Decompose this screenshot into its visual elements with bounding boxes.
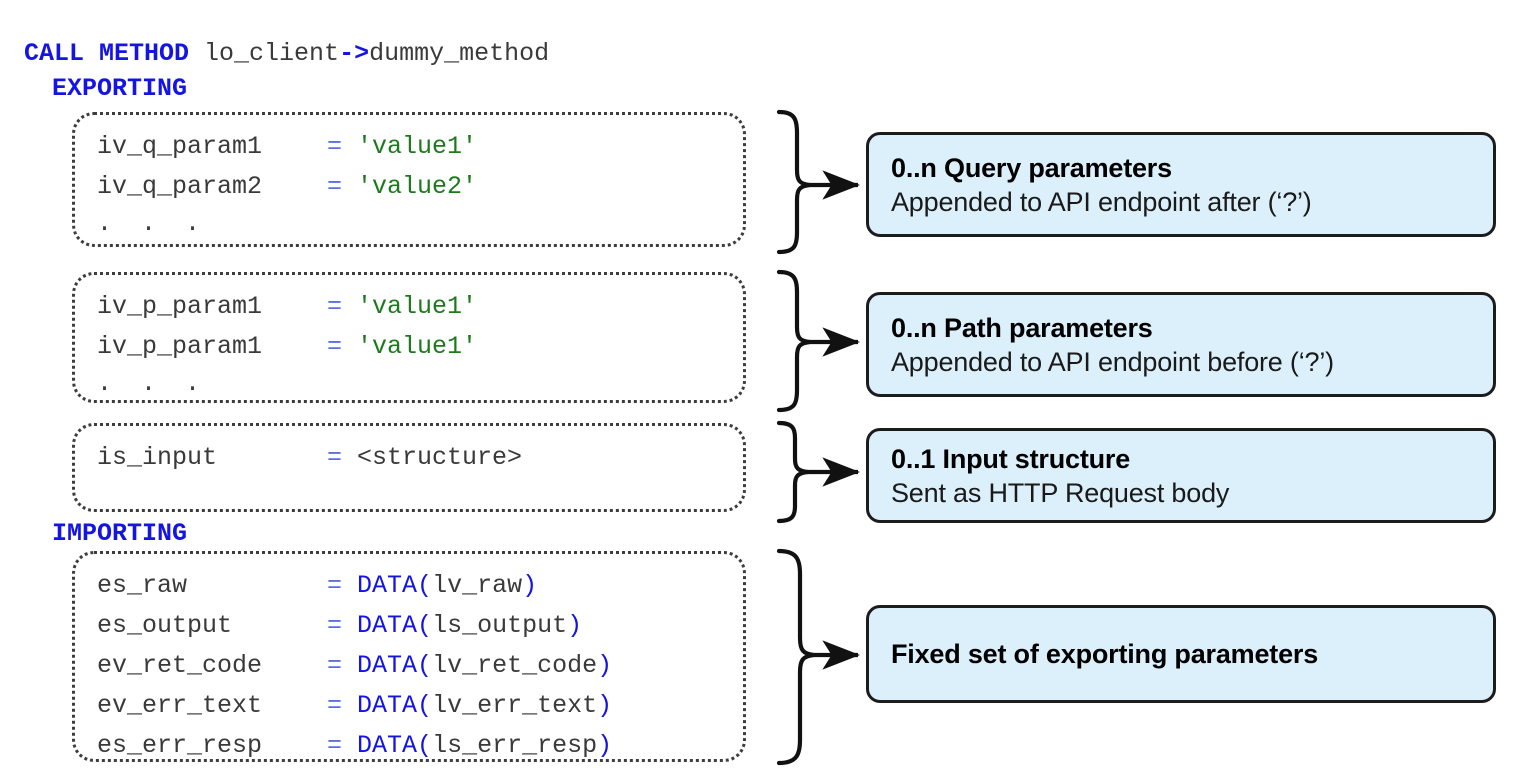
- callout-subtitle: Appended to API endpoint before (‘?’): [891, 345, 1471, 379]
- exporting-keyword: EXPORTING: [52, 75, 187, 103]
- ellipsis-row: . . .: [97, 207, 725, 241]
- param-name: iv_q_param1: [97, 127, 327, 167]
- callout-subtitle: Appended to API endpoint after (‘?’): [891, 185, 1471, 219]
- callout-title: 0..n Path parameters: [891, 311, 1471, 345]
- code-row: ev_ret_code= DATA(lv_ret_code): [97, 646, 725, 686]
- local-variable-name: lv_raw: [432, 571, 522, 600]
- param-name: iv_q_param2: [97, 167, 327, 207]
- open-paren: (: [417, 691, 432, 720]
- open-paren: (: [417, 571, 432, 600]
- close-paren: ): [597, 691, 612, 720]
- call-method-keyword: CALL METHOD: [24, 39, 189, 68]
- local-variable-name: ls_output: [432, 611, 567, 640]
- close-paren: ): [522, 571, 537, 600]
- open-paren: (: [417, 651, 432, 680]
- code-row: iv_p_param1= 'value1': [97, 287, 725, 327]
- open-paren: (: [417, 611, 432, 640]
- data-declaration-keyword: DATA: [357, 611, 417, 640]
- object-arrow-operator: ->: [339, 39, 369, 68]
- param-name: es_err_resp: [97, 726, 327, 766]
- data-declaration-keyword: DATA: [357, 691, 417, 720]
- param-name: iv_p_param1: [97, 287, 327, 327]
- assign-operator: =: [327, 292, 342, 321]
- param-name: iv_p_param1: [97, 327, 327, 367]
- param-name: es_raw: [97, 566, 327, 606]
- close-paren: ): [597, 731, 612, 760]
- callout-fixed-exporting-parameters: Fixed set of exporting parameters: [866, 605, 1496, 703]
- data-declaration-keyword: DATA: [357, 731, 417, 760]
- input-structure-code-block: is_input= <structure>: [72, 423, 746, 512]
- callout-title: Fixed set of exporting parameters: [891, 637, 1471, 671]
- assign-operator: =: [327, 571, 342, 600]
- call-method-statement: CALL METHOD lo_client->dummy_method: [24, 40, 549, 68]
- abap-code-panel: CALL METHOD lo_client->dummy_method EXPO…: [0, 0, 800, 772]
- callout-title: 0..n Query parameters: [891, 151, 1471, 185]
- code-row: is_input= <structure>: [97, 438, 725, 478]
- local-variable-name: lv_ret_code: [432, 651, 597, 680]
- data-declaration-keyword: DATA: [357, 651, 417, 680]
- param-value: 'value1': [357, 292, 477, 321]
- callout-input-structure: 0..1 Input structure Sent as HTTP Reques…: [866, 428, 1496, 523]
- code-row: iv_q_param2= 'value2': [97, 167, 725, 207]
- local-variable-name: ls_err_resp: [432, 731, 597, 760]
- callout-query-parameters: 0..n Query parameters Appended to API en…: [866, 132, 1496, 237]
- local-variable-name: lv_err_text: [432, 691, 597, 720]
- param-value: 'value1': [357, 332, 477, 361]
- callout-subtitle: Sent as HTTP Request body: [891, 476, 1471, 510]
- code-row: ev_err_text= DATA(lv_err_text): [97, 686, 725, 726]
- method-name: dummy_method: [369, 39, 549, 68]
- param-name: is_input: [97, 438, 327, 478]
- client-object-ref: lo_client: [189, 39, 339, 68]
- ellipsis-row: . . .: [97, 367, 725, 401]
- param-value: <structure>: [357, 443, 522, 472]
- close-paren: ): [597, 651, 612, 680]
- importing-parameters-code-block: es_raw= DATA(lv_raw) es_output= DATA(ls_…: [72, 551, 746, 762]
- assign-operator: =: [327, 651, 342, 680]
- importing-keyword: IMPORTING: [52, 520, 187, 548]
- assign-operator: =: [327, 611, 342, 640]
- assign-operator: =: [327, 691, 342, 720]
- code-row: iv_p_param1= 'value1': [97, 327, 725, 367]
- code-row: es_err_resp= DATA(ls_err_resp): [97, 726, 725, 766]
- param-name: ev_err_text: [97, 686, 327, 726]
- assign-operator: =: [327, 332, 342, 361]
- param-name: ev_ret_code: [97, 646, 327, 686]
- assign-operator: =: [327, 132, 342, 161]
- code-row: es_output= DATA(ls_output): [97, 606, 725, 646]
- close-paren: ): [567, 611, 582, 640]
- query-parameters-code-block: iv_q_param1= 'value1' iv_q_param2= 'valu…: [72, 112, 746, 247]
- code-row: iv_q_param1= 'value1': [97, 127, 725, 167]
- param-value: 'value2': [357, 172, 477, 201]
- assign-operator: =: [327, 731, 342, 760]
- callout-title: 0..1 Input structure: [891, 442, 1471, 476]
- assign-operator: =: [327, 172, 342, 201]
- param-name: es_output: [97, 606, 327, 646]
- path-parameters-code-block: iv_p_param1= 'value1' iv_p_param1= 'valu…: [72, 272, 746, 403]
- open-paren: (: [417, 731, 432, 760]
- param-value: 'value1': [357, 132, 477, 161]
- callout-path-parameters: 0..n Path parameters Appended to API end…: [866, 292, 1496, 397]
- code-row: es_raw= DATA(lv_raw): [97, 566, 725, 606]
- data-declaration-keyword: DATA: [357, 571, 417, 600]
- assign-operator: =: [327, 443, 342, 472]
